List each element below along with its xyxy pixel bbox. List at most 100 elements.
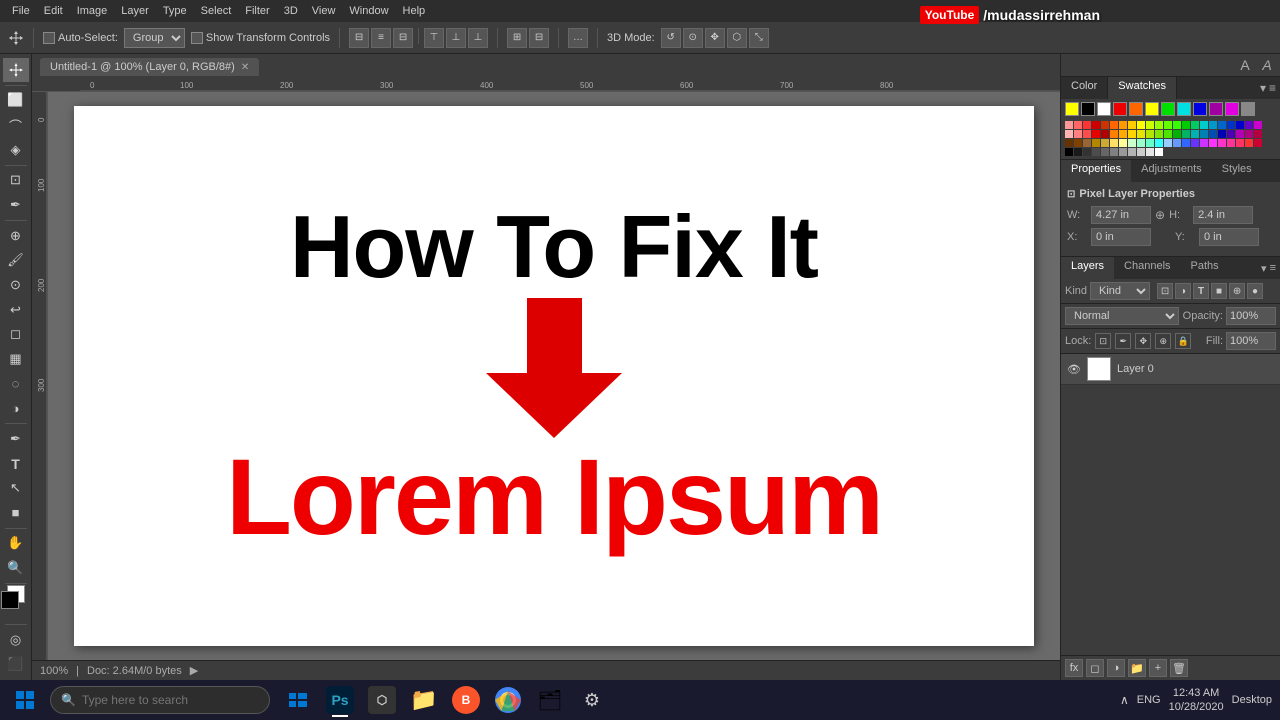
swatch-cell[interactable] xyxy=(1065,121,1073,129)
menu-item-type[interactable]: Type xyxy=(157,3,193,19)
swatch-cell[interactable] xyxy=(1245,130,1253,138)
menu-item-view[interactable]: View xyxy=(306,3,342,19)
swatch-cell[interactable] xyxy=(1092,121,1100,129)
adjustments-tab[interactable]: Adjustments xyxy=(1131,160,1212,182)
swatch-cell[interactable] xyxy=(1128,148,1136,156)
filter-smart-btn[interactable]: ⊕ xyxy=(1229,283,1245,299)
magenta-swatch[interactable] xyxy=(1225,102,1239,116)
swatch-cell[interactable] xyxy=(1164,130,1172,138)
layer-row-0[interactable]: 👁 Layer 0 xyxy=(1061,354,1280,385)
menu-item-file[interactable]: File xyxy=(6,3,36,19)
swatch-cell[interactable] xyxy=(1074,130,1082,138)
yellow2-swatch[interactable] xyxy=(1145,102,1159,116)
menu-item-window[interactable]: Window xyxy=(343,3,394,19)
show-hidden-icons-btn[interactable]: ∧ xyxy=(1120,693,1129,707)
swatch-cell[interactable] xyxy=(1074,121,1082,129)
lasso-tool-btn[interactable]: ⌒ xyxy=(3,113,29,137)
filter-type-btn[interactable]: T xyxy=(1193,283,1209,299)
swatch-cell[interactable] xyxy=(1173,121,1181,129)
menu-item-image[interactable]: Image xyxy=(71,3,114,19)
quick-select-btn[interactable]: ◈ xyxy=(3,138,29,162)
canvas-viewport[interactable]: How To Fix It Lorem Ipsum xyxy=(48,92,1060,660)
eyedropper-tool-btn[interactable]: ✒ xyxy=(3,193,29,217)
menu-item-filter[interactable]: Filter xyxy=(239,3,275,19)
move-tool-btn[interactable] xyxy=(3,58,29,82)
swatch-cell[interactable] xyxy=(1137,130,1145,138)
yellow-swatch[interactable] xyxy=(1065,102,1079,116)
swatch-cell[interactable] xyxy=(1164,121,1172,129)
swatch-cell[interactable] xyxy=(1110,121,1118,129)
swatch-cell[interactable] xyxy=(1110,130,1118,138)
layer-delete-btn[interactable]: 🗑 xyxy=(1170,659,1188,677)
prop-y-input[interactable] xyxy=(1199,228,1259,246)
document-close-btn[interactable]: ✕ xyxy=(241,62,249,73)
start-button[interactable] xyxy=(0,680,50,720)
swatch-cell[interactable] xyxy=(1083,121,1091,129)
crop-tool-btn[interactable]: ⊡ xyxy=(3,169,29,193)
swatch-cell[interactable] xyxy=(1065,130,1073,138)
layer-fx-btn[interactable]: fx xyxy=(1065,659,1083,677)
swatch-cell[interactable] xyxy=(1155,139,1163,147)
swatch-cell[interactable] xyxy=(1146,139,1154,147)
swatch-cell[interactable] xyxy=(1128,121,1136,129)
layers-menu-btn[interactable]: ≡ xyxy=(1270,262,1276,274)
blue-swatch[interactable] xyxy=(1193,102,1207,116)
swatch-cell[interactable] xyxy=(1119,130,1127,138)
lock-all-btn[interactable]: 🔒 xyxy=(1175,333,1191,349)
foreground-color-swatch[interactable] xyxy=(1,591,19,609)
show-transform-checkbox[interactable] xyxy=(191,32,203,44)
lock-position-btn[interactable]: ✥ xyxy=(1135,333,1151,349)
swatch-cell[interactable] xyxy=(1227,130,1235,138)
3d-slide-btn[interactable]: ⬡ xyxy=(727,28,747,48)
search-input[interactable] xyxy=(82,693,259,707)
swatch-cell[interactable] xyxy=(1236,121,1244,129)
swatch-cell[interactable] xyxy=(1191,121,1199,129)
taskview-btn[interactable] xyxy=(278,680,318,720)
layers-collapse-btn[interactable]: ▾ xyxy=(1261,262,1267,275)
prop-h-input[interactable] xyxy=(1193,206,1253,224)
layer-group-btn[interactable]: 📁 xyxy=(1128,659,1146,677)
swatch-cell[interactable] xyxy=(1200,139,1208,147)
swatch-cell[interactable] xyxy=(1218,130,1226,138)
hand-tool-btn[interactable]: ✋ xyxy=(3,532,29,556)
properties-tab[interactable]: Properties xyxy=(1061,160,1131,182)
purple-swatch[interactable] xyxy=(1209,102,1223,116)
swatch-cell[interactable] xyxy=(1191,139,1199,147)
3d-pan-btn[interactable]: ✥ xyxy=(705,28,725,48)
swatch-cell[interactable] xyxy=(1119,148,1127,156)
settings-app-btn[interactable]: ⚙ xyxy=(572,680,612,720)
swatch-cell[interactable] xyxy=(1065,139,1073,147)
dodge-tool-btn[interactable]: ◑ xyxy=(3,396,29,420)
swatches-menu-btn[interactable]: ≡ xyxy=(1269,81,1276,95)
quick-mask-btn[interactable]: ◎ xyxy=(3,628,29,652)
swatch-cell[interactable] xyxy=(1209,139,1217,147)
history-tool-btn[interactable]: ↩ xyxy=(3,298,29,322)
swatch-cell[interactable] xyxy=(1101,121,1109,129)
red-swatch[interactable] xyxy=(1113,102,1127,116)
menu-item-help[interactable]: Help xyxy=(397,3,432,19)
gradient-tool-btn[interactable]: ▦ xyxy=(3,347,29,371)
swatch-cell[interactable] xyxy=(1245,139,1253,147)
swatch-cell[interactable] xyxy=(1101,148,1109,156)
filter-shape-btn[interactable]: ■ xyxy=(1211,283,1227,299)
swatch-cell[interactable] xyxy=(1182,130,1190,138)
brush-tool-btn[interactable]: 🖌 xyxy=(3,248,29,272)
swatch-cell[interactable] xyxy=(1254,130,1262,138)
swatch-cell[interactable] xyxy=(1137,148,1145,156)
layer-adjustment-btn[interactable]: ◑ xyxy=(1107,659,1125,677)
swatch-cell[interactable] xyxy=(1209,130,1217,138)
swatch-cell[interactable] xyxy=(1182,121,1190,129)
align-top-btn[interactable]: ⊤ xyxy=(424,28,444,48)
blur-tool-btn[interactable]: ◌ xyxy=(3,372,29,396)
filter-adjust-btn[interactable]: ◑ xyxy=(1175,283,1191,299)
swatch-cell[interactable] xyxy=(1146,148,1154,156)
swatch-cell[interactable] xyxy=(1074,139,1082,147)
swatch-cell[interactable] xyxy=(1065,148,1073,156)
explorer-app-btn[interactable]: 🗂 xyxy=(530,680,570,720)
3d-orbit-btn[interactable]: ⊙ xyxy=(683,28,703,48)
align-middle-btn[interactable]: ⊥ xyxy=(446,28,466,48)
menu-item-layer[interactable]: Layer xyxy=(115,3,155,19)
swatch-cell[interactable] xyxy=(1074,148,1082,156)
3d-scale-btn[interactable]: ⤡ xyxy=(749,28,769,48)
align-bottom-btn[interactable]: ⊥ xyxy=(468,28,488,48)
